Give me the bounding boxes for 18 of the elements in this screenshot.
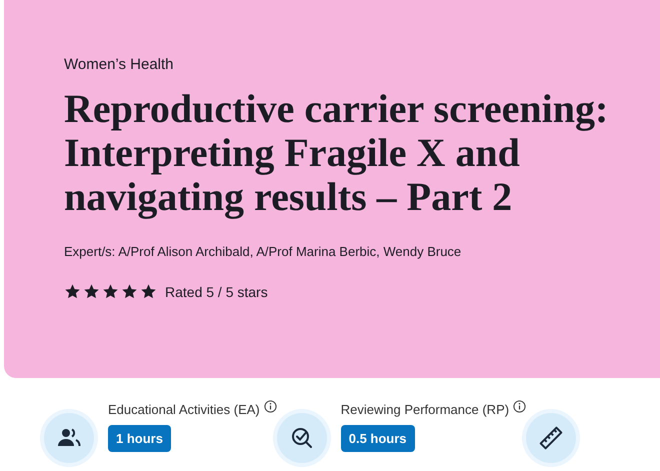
experts-text: Expert/s: A/Prof Alison Archibald, A/Prof Marina Berbic, Wendy Bruce <box>64 244 462 259</box>
hours-badge: 1 hours <box>108 425 171 452</box>
category-label: Women’s Health <box>64 56 174 73</box>
info-icon[interactable] <box>264 400 277 413</box>
hours-badge: 0.5 hours <box>340 425 415 452</box>
star-icon <box>83 283 100 300</box>
ruler-icon <box>526 413 576 463</box>
course-title: Reproductive carrier screening: Interpreting Fragile X and navigating results – Part 2 <box>64 87 610 219</box>
star-icon <box>121 283 138 300</box>
rating-text: Rated 5 / 5 stars <box>165 284 268 300</box>
people-icon <box>44 413 94 463</box>
activity-label: Reviewing Performance (RP) <box>340 402 510 417</box>
magnifier-check-icon <box>276 413 327 463</box>
star-icon <box>64 283 81 300</box>
activity-label: Educational Activities (EA) <box>108 402 260 417</box>
star-icon <box>140 283 157 300</box>
star-icon <box>102 283 119 300</box>
info-icon[interactable] <box>513 400 526 413</box>
